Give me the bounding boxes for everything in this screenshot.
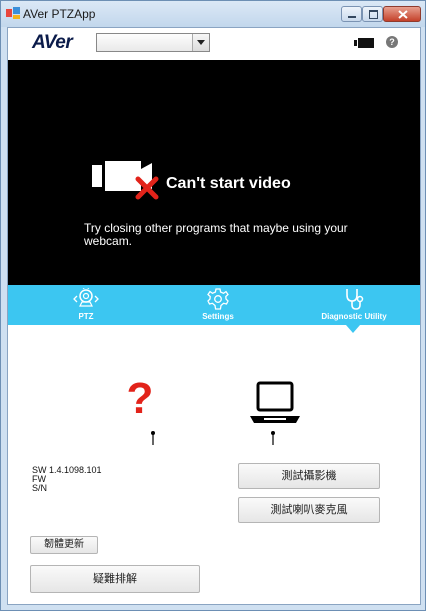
test-camera-button[interactable]: 測試攝影機: [238, 463, 380, 489]
tab-ptz[interactable]: PTZ: [56, 285, 116, 325]
app-window: AVer PTZApp AVer ? Can't start video Try…: [0, 0, 426, 611]
stethoscope-icon: [346, 289, 364, 310]
aver-logo: AVer: [32, 32, 73, 53]
close-button[interactable]: [383, 6, 421, 22]
window-title: AVer PTZApp: [23, 7, 96, 21]
app-icon: [6, 7, 20, 19]
laptop-icon: [250, 381, 300, 423]
chevron-down-icon[interactable]: [192, 34, 209, 51]
toolbar: AVer ?: [8, 28, 420, 60]
maximize-button[interactable]: [362, 6, 383, 22]
app-client-area: AVer ? Can't start video Try closing oth…: [7, 27, 421, 605]
help-icon[interactable]: ?: [386, 36, 398, 48]
camera-off-icon: [92, 161, 159, 200]
tab-settings[interactable]: Settings: [188, 285, 248, 325]
tab-settings-label: Settings: [202, 312, 234, 321]
close-icon: [398, 10, 408, 19]
minimize-button[interactable]: [341, 6, 362, 22]
serial-number: S/N: [32, 483, 48, 493]
unknown-device-icon: ?: [127, 374, 154, 423]
tab-ptz-label: PTZ: [78, 312, 94, 321]
tab-diagnostic-utility[interactable]: Diagnostic Utility: [306, 285, 402, 325]
ptz-icon: [73, 288, 99, 307]
connection-line: [152, 433, 274, 445]
tab-diagnostic-label: Diagnostic Utility: [321, 312, 387, 321]
camera-select[interactable]: [96, 33, 210, 52]
title-bar: AVer PTZApp: [1, 1, 425, 27]
video-preview: Can't start video Try closing other prog…: [8, 60, 420, 285]
connection-diagram: ?: [127, 374, 300, 445]
camera-status-icon: [354, 38, 374, 48]
troubleshoot-button[interactable]: 疑難排解: [30, 565, 200, 593]
tab-bar: PTZ Settings Diagnostic Utility: [8, 285, 420, 325]
error-title: Can't start video: [166, 175, 291, 192]
gear-icon: [207, 288, 229, 310]
test-speaker-mic-button[interactable]: 測試喇叭麥克風: [238, 497, 380, 523]
error-message: Try closing other programs that maybe us…: [84, 221, 348, 248]
minimize-icon: [348, 16, 356, 18]
device-info: SW 1.4.1098.101 FW S/N: [32, 466, 102, 493]
firmware-update-button[interactable]: 韌體更新: [30, 536, 98, 554]
maximize-icon: [369, 10, 378, 19]
